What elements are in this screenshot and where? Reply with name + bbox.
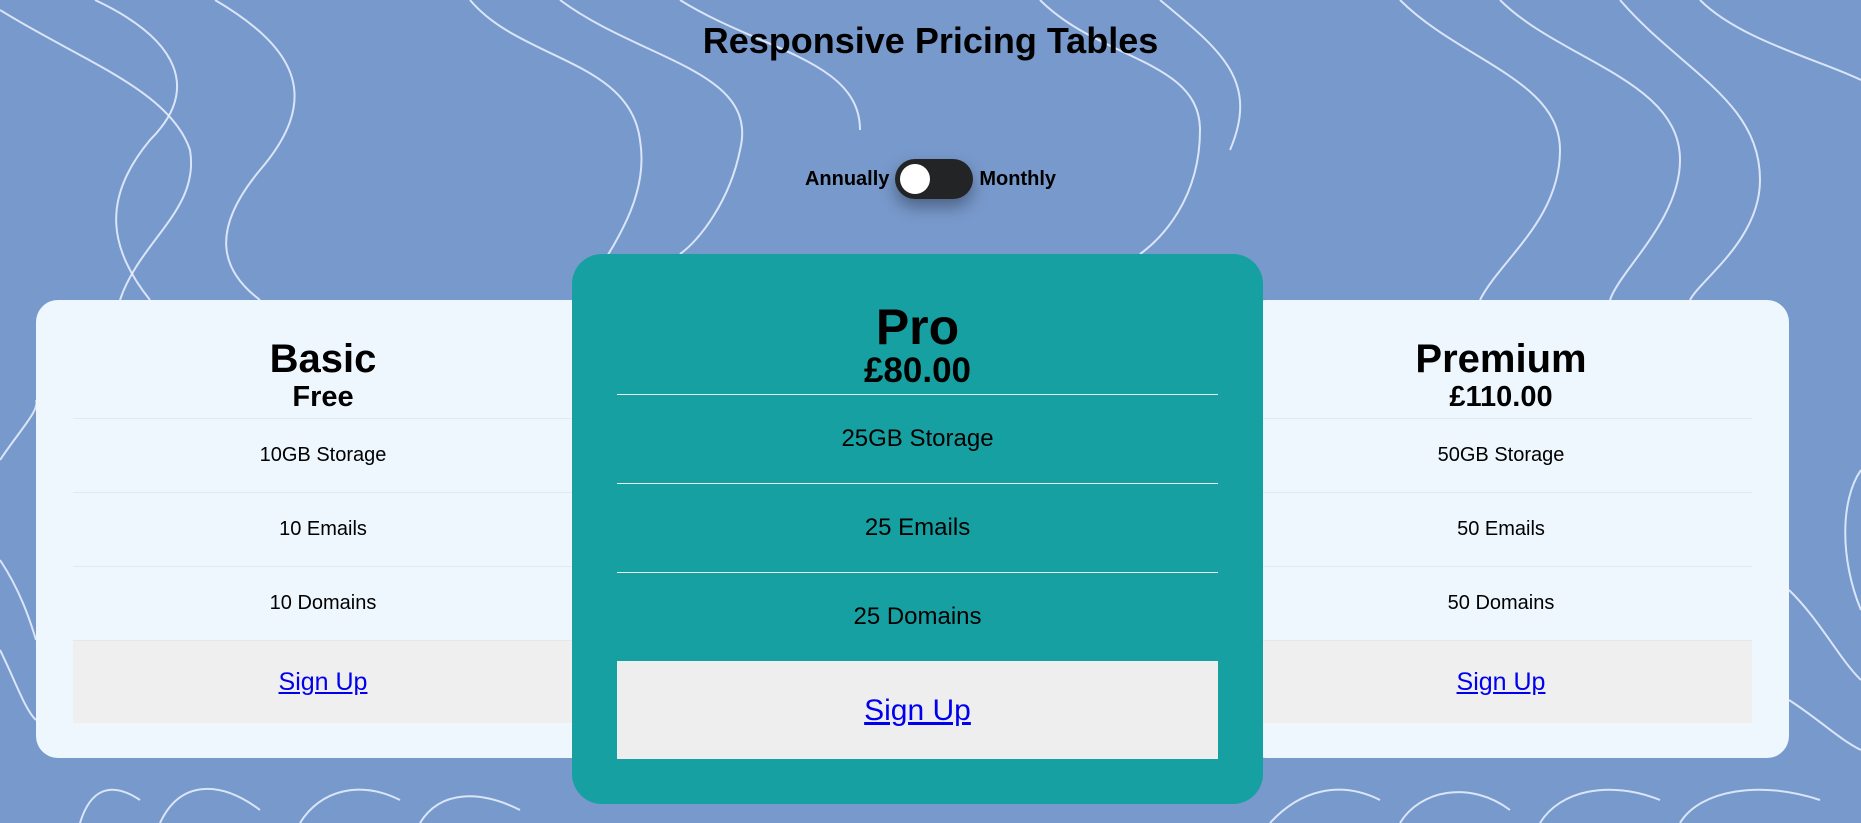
toggle-label-annually: Annually	[804, 167, 890, 190]
feature-domains: 25 Domains	[617, 573, 1218, 662]
feature-storage: 50GB Storage	[1250, 419, 1752, 493]
feature-storage: 10GB Storage	[73, 419, 573, 493]
plan-price: £80.00	[617, 352, 1218, 395]
pricing-column-premium: Premium £110.00 50GB Storage 50 Emails 5…	[1250, 338, 1752, 723]
feature-emails: 50 Emails	[1250, 493, 1752, 567]
plan-name: Basic	[269, 337, 377, 381]
feature-domains: 50 Domains	[1250, 567, 1752, 641]
signup-link-basic[interactable]: Sign Up	[279, 668, 368, 696]
signup-cell: Sign Up	[1250, 641, 1752, 723]
plan-price: £110.00	[1250, 380, 1752, 419]
plan-name: Pro	[875, 299, 960, 355]
feature-emails: 25 Emails	[617, 484, 1218, 573]
signup-link-pro[interactable]: Sign Up	[864, 694, 971, 727]
billing-toggle-row: Annually Monthly	[0, 158, 1861, 200]
signup-cell: Sign Up	[617, 662, 1218, 759]
page-title: Responsive Pricing Tables	[702, 20, 1159, 61]
toggle-label-monthly: Monthly	[979, 167, 1057, 190]
signup-link-premium[interactable]: Sign Up	[1457, 668, 1546, 696]
feature-storage: 25GB Storage	[617, 395, 1218, 484]
pricing-card-premium: Premium £110.00 50GB Storage 50 Emails 5…	[1244, 300, 1789, 758]
signup-cell: Sign Up	[73, 641, 573, 723]
pricing-card-basic: Basic Free 10GB Storage 10 Emails 10 Dom…	[36, 300, 616, 758]
plan-name: Premium	[1415, 337, 1587, 381]
plan-price: Free	[73, 380, 573, 419]
switch-knob[interactable]	[900, 164, 931, 194]
feature-domains: 10 Domains	[73, 567, 573, 641]
feature-emails: 10 Emails	[73, 493, 573, 567]
pricing-column-basic: Basic Free 10GB Storage 10 Emails 10 Dom…	[73, 338, 573, 723]
pricing-card-pro-featured: Pro £80.00 25GB Storage 25 Emails 25 Dom…	[572, 254, 1263, 804]
pricing-column-pro: Pro £80.00 25GB Storage 25 Emails 25 Dom…	[617, 302, 1218, 759]
billing-period-switch[interactable]	[895, 159, 974, 199]
